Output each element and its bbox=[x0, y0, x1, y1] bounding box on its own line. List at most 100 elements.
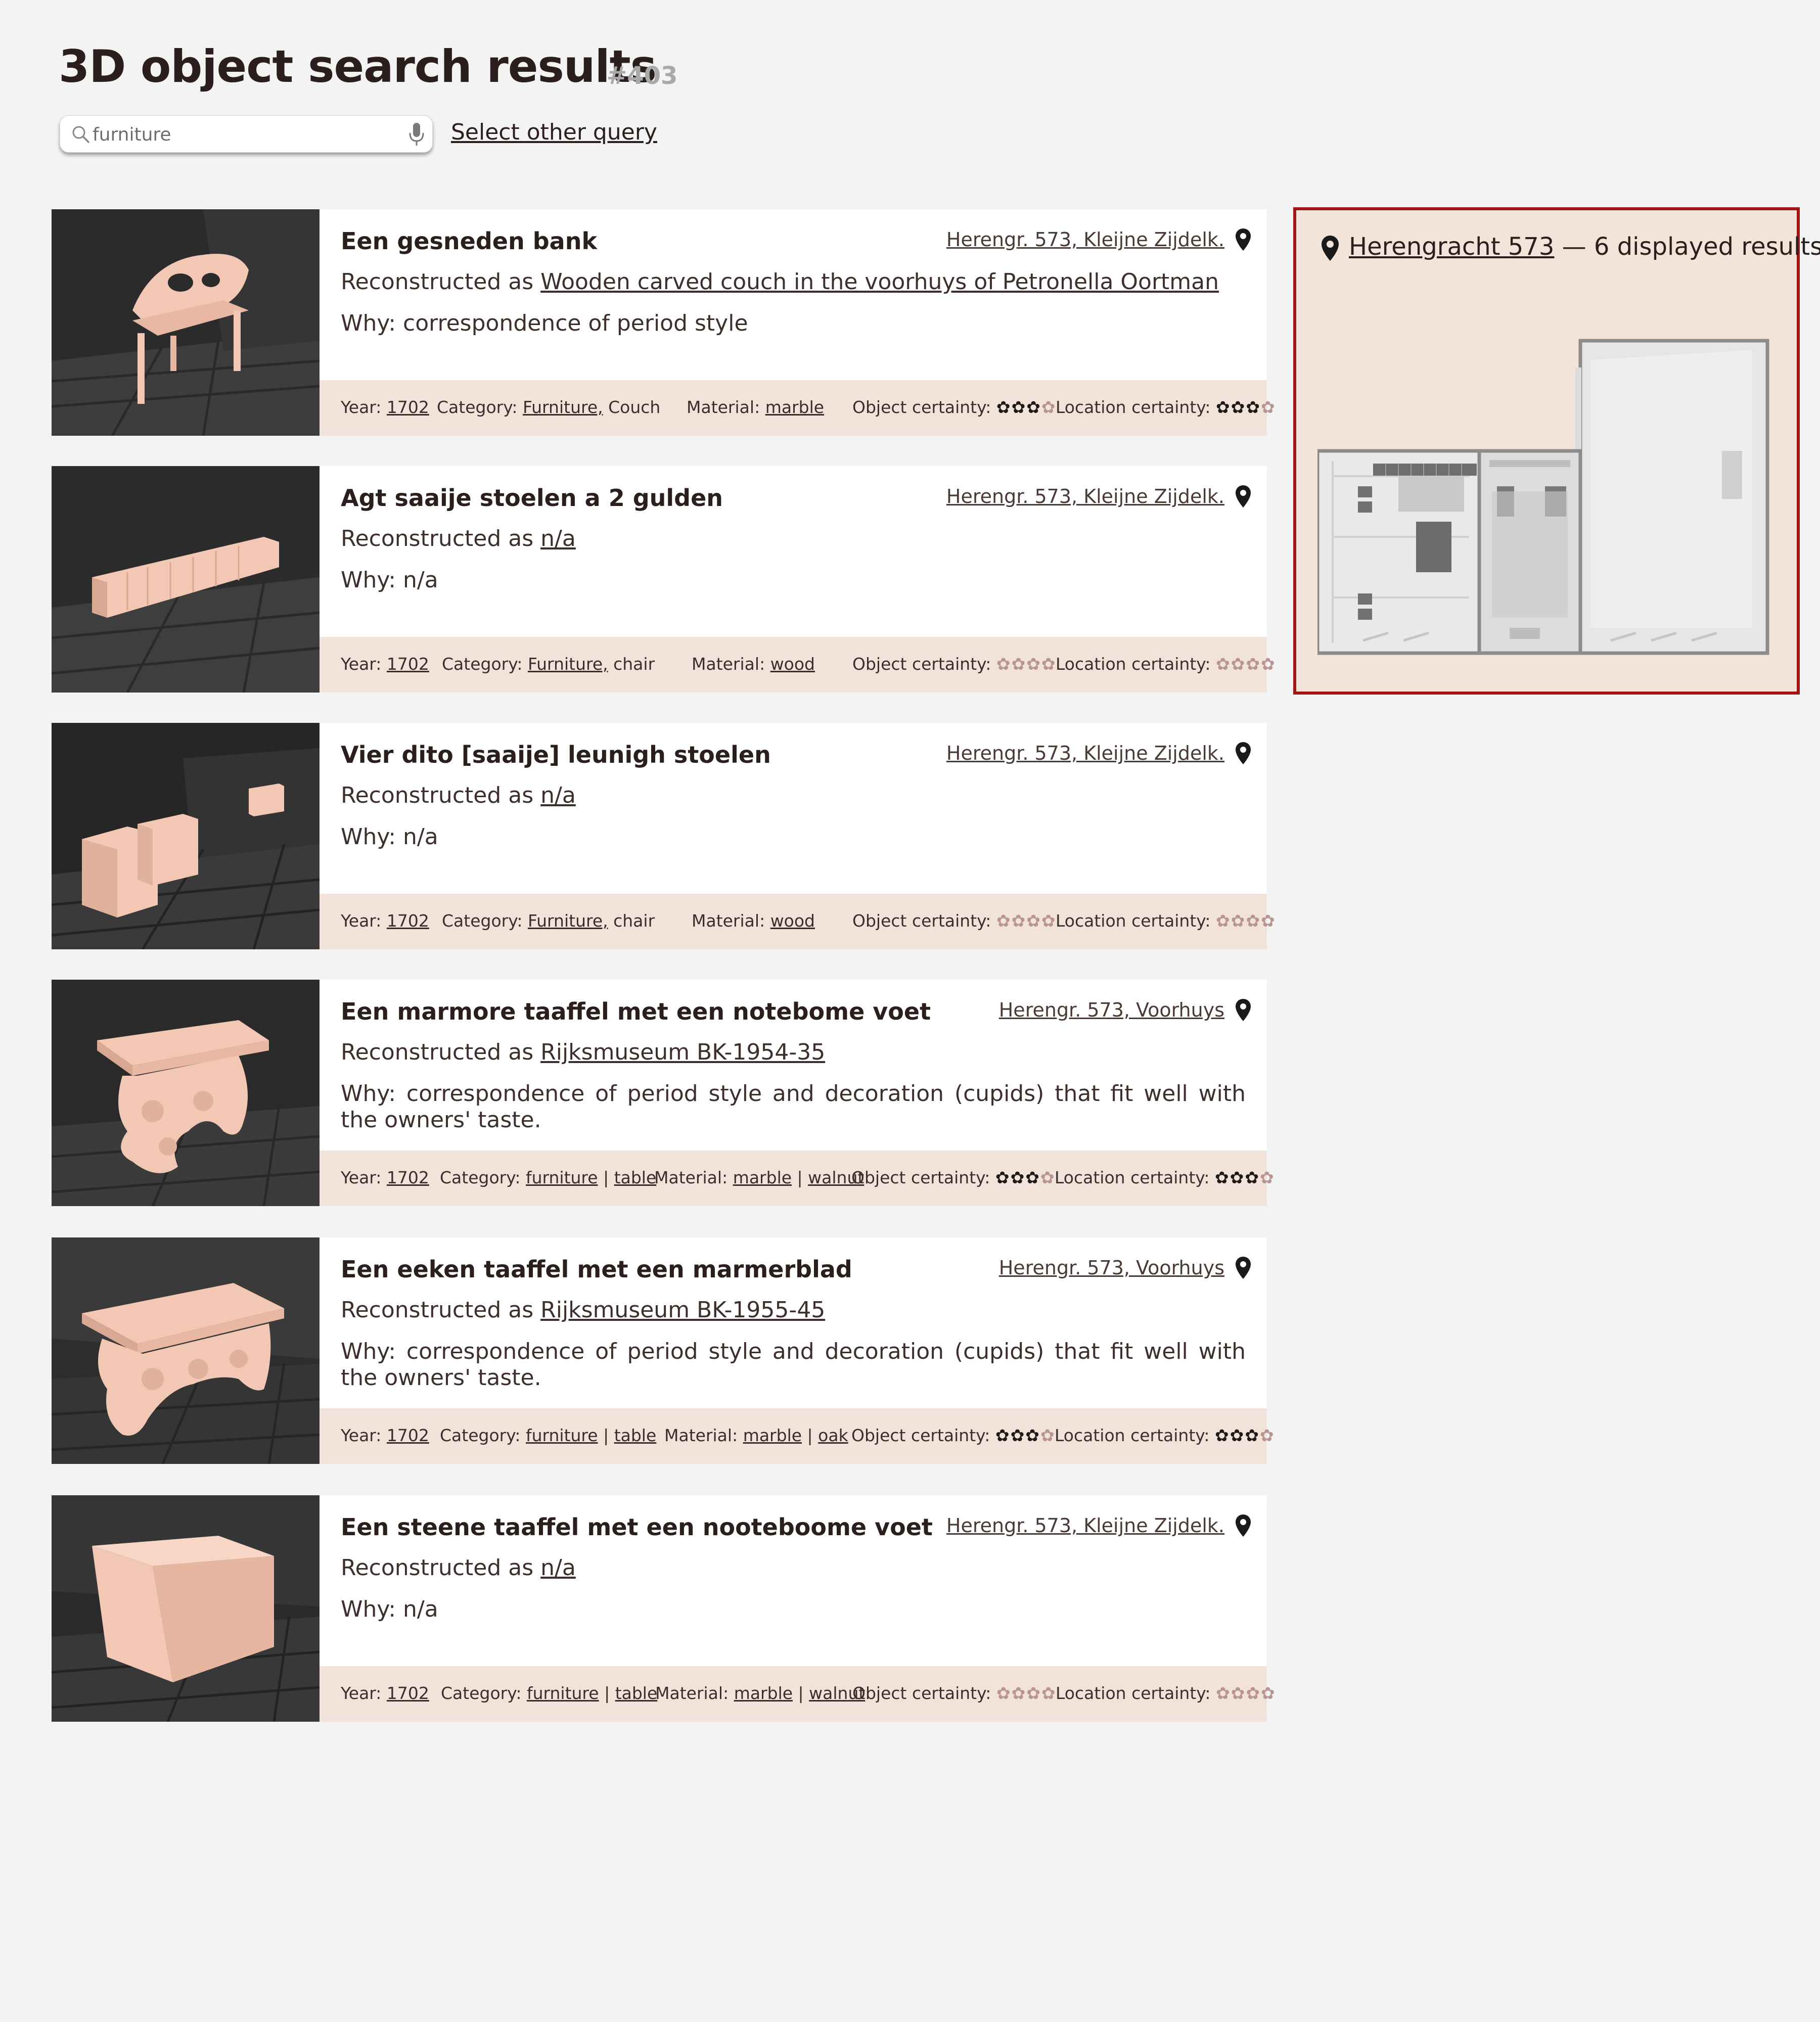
material-separator: | bbox=[802, 1426, 818, 1445]
object-certainty-stars: ✿✿✿✿ bbox=[996, 654, 1057, 674]
object-certainty-label: Object certainty: bbox=[852, 1683, 991, 1703]
flower-star-icon: ✿ bbox=[1040, 1168, 1056, 1187]
category-link-2[interactable]: table bbox=[614, 1168, 657, 1187]
reconstruction-link[interactable]: Wooden carved couch in the voorhuys of P… bbox=[540, 269, 1219, 295]
object-title: Vier dito [saaije] leunigh stoelen bbox=[341, 741, 771, 768]
object-thumbnail[interactable] bbox=[52, 723, 320, 949]
material-link[interactable]: marble bbox=[743, 1426, 802, 1445]
card-body: Vier dito [saaije] leunigh stoelen Heren… bbox=[320, 723, 1275, 949]
flower-star-icon: ✿ bbox=[1026, 1683, 1041, 1703]
flower-star-icon: ✿ bbox=[1260, 1683, 1276, 1703]
floorplan-map[interactable] bbox=[1317, 325, 1778, 658]
reconstruction-link[interactable]: n/a bbox=[540, 783, 576, 808]
flower-star-icon: ✿ bbox=[1246, 911, 1261, 931]
map-pin-icon bbox=[1236, 1514, 1251, 1537]
reconstruction-link[interactable]: Rijksmuseum BK-1955-45 bbox=[540, 1297, 825, 1323]
flower-star-icon: ✿ bbox=[1026, 654, 1041, 674]
material-link[interactable]: wood bbox=[770, 654, 815, 674]
mic-icon[interactable] bbox=[408, 122, 425, 147]
category-link[interactable]: Furniture, bbox=[523, 397, 603, 417]
category-link[interactable]: furniture bbox=[527, 1683, 599, 1703]
year-field: Year: 1702 bbox=[341, 654, 429, 674]
reconstructed-as: Reconstructed as Wooden carved couch in … bbox=[341, 269, 1219, 295]
material-link[interactable]: marble bbox=[734, 1683, 793, 1703]
flower-star-icon: ✿ bbox=[996, 911, 1012, 931]
location-certainty: Location certainty: ✿✿✿✿ bbox=[1055, 1168, 1275, 1187]
flower-star-icon: ✿ bbox=[1230, 1426, 1245, 1445]
map-pin-icon bbox=[1236, 742, 1251, 764]
material-link-2[interactable]: oak bbox=[818, 1426, 848, 1445]
category-link-2[interactable]: table bbox=[615, 1683, 658, 1703]
search-input[interactable] bbox=[92, 120, 397, 149]
category-link[interactable]: Furniture, bbox=[528, 911, 608, 931]
material-label: Material: bbox=[692, 654, 765, 674]
material-label: Material: bbox=[655, 1683, 729, 1703]
year-link[interactable]: 1702 bbox=[387, 654, 429, 674]
result-card[interactable]: Een steene taaffel met een nooteboome vo… bbox=[52, 1495, 1275, 1722]
category-field: Category: furniture | table bbox=[440, 1426, 656, 1445]
year-link[interactable]: 1702 bbox=[387, 1426, 429, 1445]
card-body: Agt saaije stoelen a 2 gulden Herengr. 5… bbox=[320, 466, 1275, 693]
material-link[interactable]: marble bbox=[733, 1168, 792, 1187]
category-link-2[interactable]: table bbox=[614, 1426, 657, 1445]
result-card[interactable]: Vier dito [saaije] leunigh stoelen Heren… bbox=[52, 723, 1275, 949]
object-thumbnail[interactable] bbox=[52, 1237, 320, 1464]
reconstruction-link[interactable]: Rijksmuseum BK-1954-35 bbox=[540, 1039, 825, 1065]
year-link[interactable]: 1702 bbox=[387, 397, 429, 417]
reconstruction-link[interactable]: n/a bbox=[540, 526, 576, 552]
location-link[interactable]: Herengr. 573, Kleijne Zijdelk. bbox=[946, 742, 1224, 764]
object-certainty: Object certainty: ✿✿✿✿ bbox=[852, 1683, 1057, 1703]
object-thumbnail[interactable] bbox=[52, 980, 320, 1206]
flower-star-icon: ✿ bbox=[1040, 1426, 1056, 1445]
result-card[interactable]: Een gesneden bank Herengr. 573, Kleijne … bbox=[52, 209, 1275, 436]
location-link[interactable]: Herengr. 573, Kleijne Zijdelk. bbox=[946, 1514, 1224, 1537]
card-body: Een gesneden bank Herengr. 573, Kleijne … bbox=[320, 209, 1275, 436]
year-link[interactable]: 1702 bbox=[387, 1168, 429, 1187]
object-thumbnail[interactable] bbox=[52, 209, 320, 436]
reconstructed-label: Reconstructed as bbox=[341, 783, 534, 808]
flower-star-icon: ✿ bbox=[1026, 397, 1041, 417]
location-link[interactable]: Herengr. 573, Kleijne Zijdelk. bbox=[946, 228, 1224, 251]
location-certainty-label: Location certainty: bbox=[1056, 1683, 1211, 1703]
why-text: Why: n/a bbox=[341, 1596, 438, 1622]
map-panel: Herengracht 573 — 6 displayed results bbox=[1293, 207, 1820, 695]
result-card[interactable]: Een eeken taaffel met een marmerblad Her… bbox=[52, 1237, 1274, 1464]
object-thumbnail[interactable] bbox=[52, 466, 320, 693]
location-link[interactable]: Herengr. 573, Voorhuys bbox=[999, 1257, 1224, 1279]
category-label: Category: bbox=[442, 654, 523, 674]
search-box[interactable] bbox=[60, 115, 433, 153]
category-rest: chair bbox=[608, 654, 655, 674]
reconstruction-link[interactable]: n/a bbox=[540, 1555, 576, 1581]
year-link[interactable]: 1702 bbox=[387, 1683, 429, 1703]
year-link[interactable]: 1702 bbox=[387, 911, 429, 931]
material-link[interactable]: marble bbox=[765, 397, 824, 417]
flower-star-icon: ✿ bbox=[1011, 911, 1027, 931]
material-link[interactable]: wood bbox=[770, 911, 815, 931]
object-thumbnail[interactable] bbox=[52, 1495, 320, 1722]
object-title: Een eeken taaffel met een marmerblad bbox=[341, 1256, 852, 1283]
card-body: Een marmore taaffel met een notebome voe… bbox=[320, 980, 1274, 1206]
reconstructed-label: Reconstructed as bbox=[341, 1297, 534, 1323]
flower-star-icon: ✿ bbox=[1010, 1426, 1026, 1445]
object-certainty: Object certainty: ✿✿✿✿ bbox=[851, 1426, 1056, 1445]
category-link[interactable]: furniture bbox=[526, 1426, 598, 1445]
location-link[interactable]: Herengr. 573, Voorhuys bbox=[999, 999, 1224, 1021]
location-link[interactable]: Herengr. 573, Kleijne Zijdelk. bbox=[946, 485, 1224, 508]
category-link[interactable]: Furniture, bbox=[528, 654, 608, 674]
material-separator: | bbox=[792, 1168, 808, 1187]
select-other-query-link[interactable]: Select other query bbox=[451, 119, 657, 145]
category-link[interactable]: furniture bbox=[526, 1168, 598, 1187]
map-location-link[interactable]: Herengracht 573 bbox=[1349, 233, 1554, 261]
metadata-bar: Year: 1702 Category: furniture | table M… bbox=[320, 1151, 1274, 1206]
flower-star-icon: ✿ bbox=[1216, 654, 1231, 674]
material-label: Material: bbox=[654, 1168, 728, 1187]
year-label: Year: bbox=[341, 1168, 382, 1187]
category-label: Category: bbox=[442, 911, 523, 931]
map-pin-icon bbox=[1236, 1257, 1251, 1279]
year-label: Year: bbox=[341, 1683, 382, 1703]
flower-star-icon: ✿ bbox=[1216, 1683, 1231, 1703]
location-certainty: Location certainty: ✿✿✿✿ bbox=[1055, 1426, 1275, 1445]
result-card[interactable]: Een marmore taaffel met een notebome voe… bbox=[52, 980, 1274, 1206]
category-label: Category: bbox=[441, 1683, 522, 1703]
result-card[interactable]: Agt saaije stoelen a 2 gulden Herengr. 5… bbox=[52, 466, 1275, 693]
